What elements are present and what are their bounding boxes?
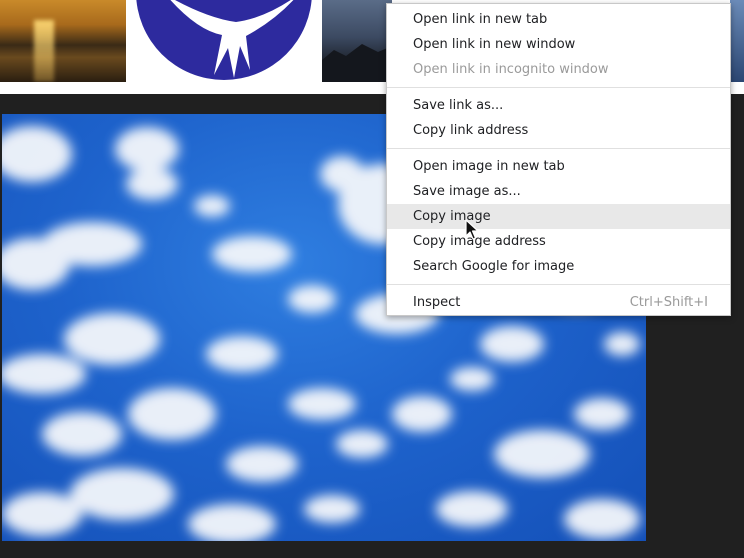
menu-item-label: Open link in new window bbox=[413, 37, 576, 52]
mountain-thumbnail[interactable] bbox=[322, 0, 392, 82]
menu-separator bbox=[387, 148, 730, 149]
menu-item-label: Save image as... bbox=[413, 184, 521, 199]
menu-shortcut: Ctrl+Shift+I bbox=[629, 295, 708, 310]
sunset-thumbnail[interactable] bbox=[0, 0, 126, 82]
menu-save-link-as[interactable]: Save link as... bbox=[387, 93, 730, 118]
menu-open-link-new-tab[interactable]: Open link in new tab bbox=[387, 7, 730, 32]
bird-logo-thumbnail[interactable] bbox=[126, 0, 322, 82]
partial-thumbnail[interactable] bbox=[730, 0, 744, 82]
menu-open-link-incognito: Open link in incognito window bbox=[387, 57, 730, 82]
menu-inspect[interactable]: Inspect Ctrl+Shift+I bbox=[387, 290, 730, 315]
menu-copy-image-address[interactable]: Copy image address bbox=[387, 229, 730, 254]
menu-copy-link-address[interactable]: Copy link address bbox=[387, 118, 730, 143]
context-menu: Open link in new tab Open link in new wi… bbox=[386, 3, 731, 316]
menu-item-label: Inspect bbox=[413, 295, 461, 310]
menu-separator bbox=[387, 284, 730, 285]
menu-separator bbox=[387, 87, 730, 88]
menu-item-label: Search Google for image bbox=[413, 259, 575, 274]
menu-item-label: Save link as... bbox=[413, 98, 504, 113]
menu-item-label: Copy link address bbox=[413, 123, 529, 138]
menu-item-label: Open image in new tab bbox=[413, 159, 565, 174]
sun-reflection bbox=[34, 20, 54, 82]
mouse-pointer-icon bbox=[465, 219, 479, 240]
mountain-silhouette-icon bbox=[322, 44, 392, 82]
menu-open-image-new-tab[interactable]: Open image in new tab bbox=[387, 154, 730, 179]
browser-page: Open link in new tab Open link in new wi… bbox=[0, 0, 744, 558]
menu-item-label: Open link in incognito window bbox=[413, 62, 609, 77]
menu-item-label: Copy image address bbox=[413, 234, 546, 249]
menu-item-label: Open link in new tab bbox=[413, 12, 548, 27]
bird-logo-icon bbox=[136, 0, 312, 80]
menu-search-google-for-image[interactable]: Search Google for image bbox=[387, 254, 730, 279]
menu-save-image-as[interactable]: Save image as... bbox=[387, 179, 730, 204]
menu-open-link-new-window[interactable]: Open link in new window bbox=[387, 32, 730, 57]
menu-copy-image[interactable]: Copy image bbox=[387, 204, 730, 229]
